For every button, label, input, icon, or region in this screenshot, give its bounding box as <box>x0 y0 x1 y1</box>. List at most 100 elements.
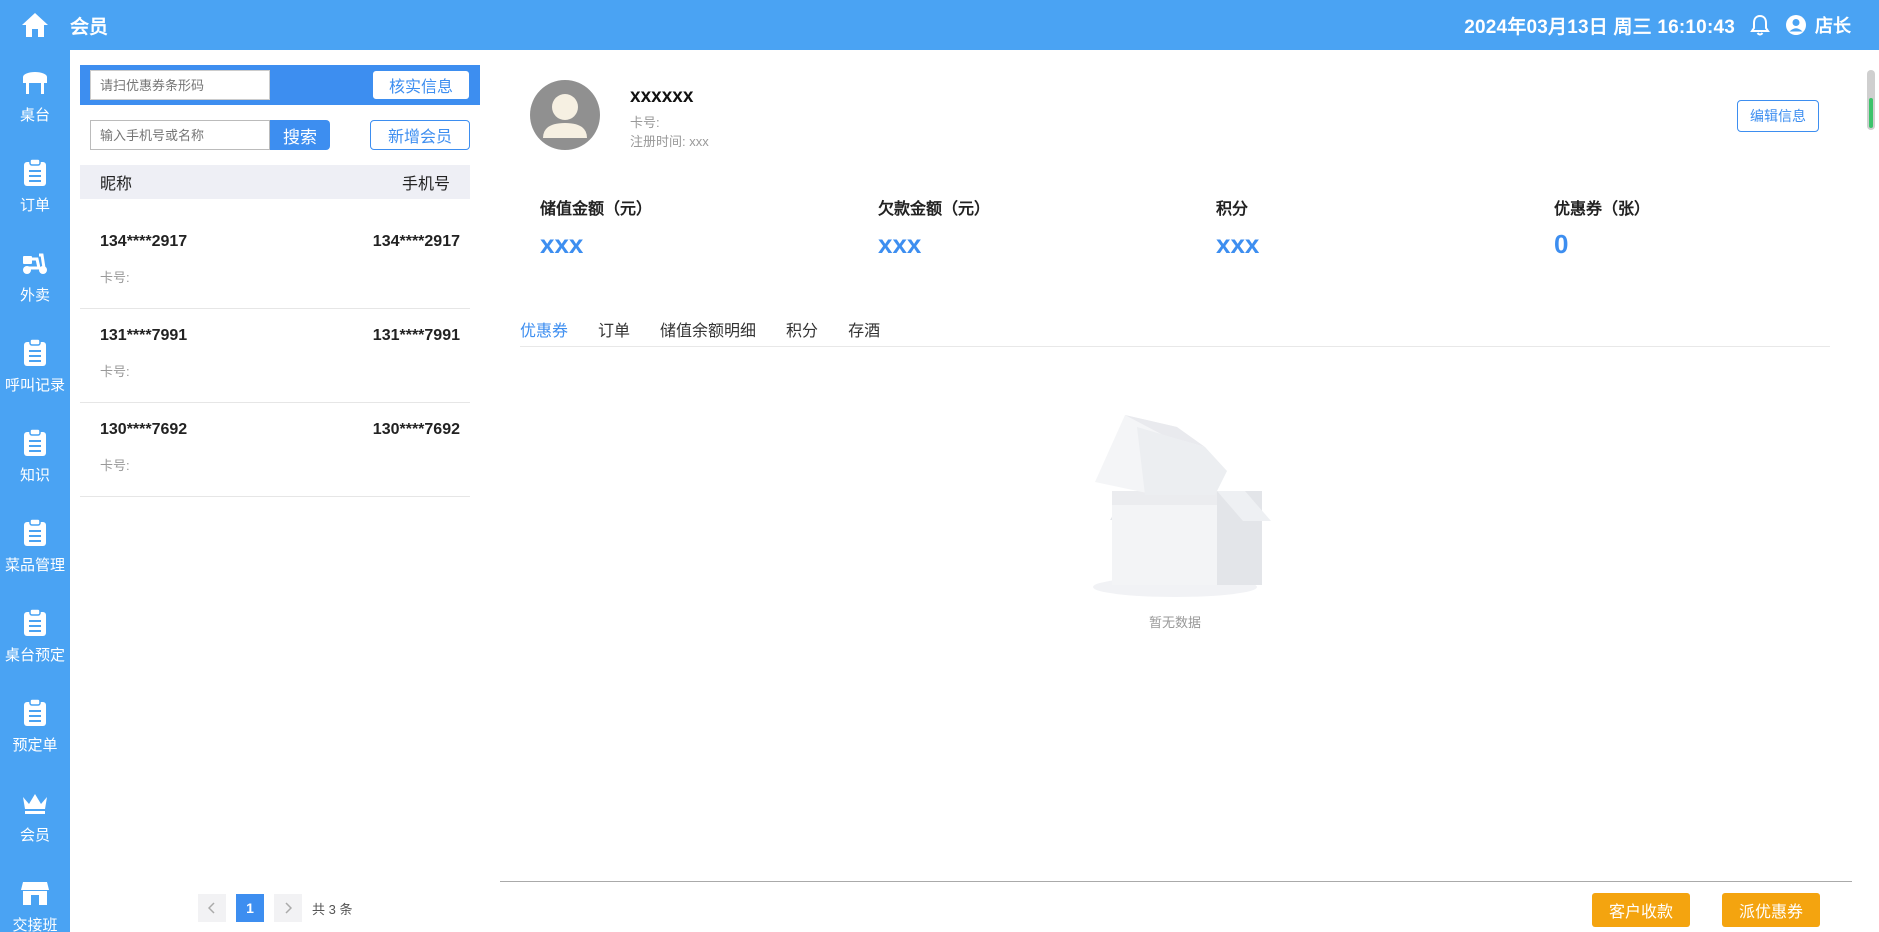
crown-icon <box>23 793 47 814</box>
search-input[interactable] <box>90 120 270 150</box>
list-header: 昵称 手机号 <box>80 165 470 199</box>
member-phone: 131****7991 <box>372 327 460 344</box>
user-name: 店长 <box>1815 16 1851 36</box>
user-menu[interactable]: 店长 <box>1785 12 1851 38</box>
stat-stored-value: 储值金额（元） xxx <box>540 195 652 260</box>
sidebar-item-booking-list[interactable]: 预定单 <box>0 680 70 770</box>
tab-points[interactable]: 积分 <box>786 314 818 346</box>
sidebar-item-knowledge[interactable]: 知识 <box>0 410 70 500</box>
edit-info-button[interactable]: 编辑信息 <box>1737 100 1819 132</box>
stat-label: 积分 <box>1216 201 1249 218</box>
sidebar-item-label: 桌台 <box>19 106 50 124</box>
stat-points: 积分 xxx <box>1216 195 1259 260</box>
sidebar-item-table[interactable]: 桌台 <box>0 50 70 140</box>
sidebar-item-dish-management[interactable]: 菜品管理 <box>0 500 70 590</box>
clipboard-icon <box>24 158 46 186</box>
clipboard-icon <box>24 428 46 456</box>
member-card-number: 卡号: <box>630 115 660 130</box>
member-card: 卡号: <box>100 270 130 285</box>
sidebar-item-shift-handover[interactable]: 交接班 <box>0 860 70 932</box>
coupon-barcode-input[interactable] <box>90 70 270 100</box>
list-item[interactable]: 134****2917 134****2917 卡号: <box>80 215 470 309</box>
sidebar-item-call-records[interactable]: 呼叫记录 <box>0 320 70 410</box>
column-nickname: 昵称 <box>100 176 133 193</box>
member-name: xxxxxx <box>630 86 694 107</box>
sidebar-item-label: 菜品管理 <box>4 556 65 574</box>
tab-coupons[interactable]: 优惠券 <box>520 314 568 346</box>
sidebar-item-label: 预定单 <box>12 736 58 754</box>
sidebar-item-label: 会员 <box>19 826 50 844</box>
member-list-panel: 核实信息 搜索 新增会员 昵称 手机号 134****2917 134****2… <box>70 50 480 932</box>
tab-balance-details[interactable]: 储值余额明细 <box>660 314 756 346</box>
pagination: 1 共 3 条 <box>198 894 352 922</box>
pagination-total: 共 3 条 <box>312 901 353 917</box>
customer-payment-button[interactable]: 客户收款 <box>1592 893 1690 927</box>
sidebar-item-label: 呼叫记录 <box>4 376 65 394</box>
member-detail-panel: xxxxxx 卡号: 注册时间: xxx 编辑信息 储值金额（元） xxx 欠款… <box>480 50 1879 932</box>
member-nickname: 134****2917 <box>100 233 188 250</box>
table-icon <box>23 71 47 94</box>
page-title: 会员 <box>70 16 109 38</box>
member-list: 134****2917 134****2917 卡号: 131****7991 … <box>80 215 470 497</box>
chevron-right-icon <box>285 902 292 914</box>
stat-label: 优惠券（张） <box>1554 201 1651 218</box>
user-icon <box>543 94 587 138</box>
member-phone: 130****7692 <box>372 421 460 438</box>
verify-info-button[interactable]: 核实信息 <box>372 70 470 100</box>
sidebar-item-table-booking[interactable]: 桌台预定 <box>0 590 70 680</box>
member-card: 卡号: <box>100 364 130 379</box>
add-member-button[interactable]: 新增会员 <box>370 120 470 150</box>
scooter-icon <box>23 253 47 274</box>
sidebar: 桌台 订单 外卖 呼叫记录 知识 菜品管理 桌台预定 预定单 会员 交接班 <box>0 50 70 932</box>
sidebar-item-takeout[interactable]: 外卖 <box>0 230 70 320</box>
clipboard-icon <box>24 608 46 636</box>
empty-text: 暂无数据 <box>1148 615 1201 630</box>
sidebar-item-label: 知识 <box>19 466 50 484</box>
chevron-left-icon <box>208 902 215 914</box>
sidebar-item-label: 订单 <box>19 196 50 214</box>
home-button[interactable] <box>0 0 70 50</box>
column-phone: 手机号 <box>401 176 450 193</box>
sidebar-item-orders[interactable]: 订单 <box>0 140 70 230</box>
member-nickname: 131****7991 <box>100 327 188 344</box>
stat-label: 储值金额（元） <box>540 201 653 218</box>
sidebar-item-label: 桌台预定 <box>4 646 65 664</box>
clipboard-icon <box>24 518 46 546</box>
member-nickname: 130****7692 <box>100 421 188 438</box>
footer-divider <box>500 881 1852 882</box>
datetime: 2024年03月13日 周三 16:10:43 <box>1464 16 1735 38</box>
member-card: 卡号: <box>100 458 130 473</box>
sidebar-item-label: 交接班 <box>12 916 58 932</box>
member-register-time: 注册时间: xxx <box>630 134 709 149</box>
stat-value: 0 <box>1554 229 1569 259</box>
dispatch-coupon-button[interactable]: 派优惠券 <box>1722 893 1820 927</box>
tab-stored-wine[interactable]: 存酒 <box>848 314 880 346</box>
member-phone: 134****2917 <box>372 233 460 250</box>
list-item[interactable]: 131****7991 131****7991 卡号: <box>80 309 470 403</box>
stat-label: 欠款金额（元） <box>878 201 991 218</box>
coupon-scan-bar: 核实信息 <box>80 65 480 105</box>
stat-debt: 欠款金额（元） xxx <box>878 195 990 260</box>
shop-icon <box>21 881 49 905</box>
tab-orders[interactable]: 订单 <box>598 314 630 346</box>
prev-page-button[interactable] <box>198 894 226 922</box>
next-page-button[interactable] <box>274 894 302 922</box>
bell-icon[interactable] <box>1749 14 1771 36</box>
clipboard-icon <box>24 698 46 726</box>
page-number[interactable]: 1 <box>236 894 264 922</box>
home-icon <box>22 13 48 37</box>
clipboard-icon <box>24 338 46 366</box>
sidebar-item-label: 外卖 <box>19 286 50 304</box>
avatar <box>530 80 600 150</box>
stat-coupons: 优惠券（张） 0 <box>1554 195 1650 260</box>
search-button[interactable]: 搜索 <box>270 120 330 150</box>
sidebar-item-member[interactable]: 会员 <box>0 770 70 860</box>
user-icon <box>1786 15 1806 35</box>
stat-value: xxx <box>1216 229 1260 259</box>
list-item[interactable]: 130****7692 130****7692 卡号: <box>80 403 470 497</box>
scrollbar[interactable] <box>1867 70 1875 130</box>
stat-value: xxx <box>878 229 922 259</box>
detail-tabs: 优惠券 订单 储值余额明细 积分 存酒 <box>520 314 1830 347</box>
top-bar: 会员 2024年03月13日 周三 16:10:43 店长 <box>0 0 1879 50</box>
empty-box-icon <box>1093 415 1271 597</box>
